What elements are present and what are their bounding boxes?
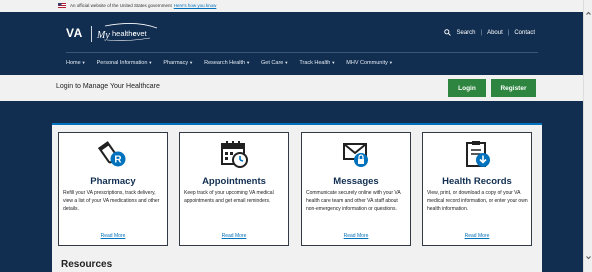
heres-how-you-know-link[interactable]: Here's how you know <box>174 3 217 8</box>
appointments-card: Appointments Keep track of your upcoming… <box>179 132 289 246</box>
us-flag-icon <box>58 3 66 8</box>
scroll-up-arrow-icon[interactable] <box>585 10 592 17</box>
chevron-down-icon: ▼ <box>81 60 86 65</box>
nav-item-home[interactable]: Home▼ <box>66 60 86 66</box>
scroll-down-arrow-icon[interactable] <box>585 254 592 261</box>
official-gov-banner: An official website of the United States… <box>0 0 583 12</box>
login-prompt: Login to Manage Your Healthcare <box>56 83 160 90</box>
mhv-logo-text: healthevet <box>112 29 148 38</box>
gov-banner-text: An official website of the United States… <box>70 3 217 8</box>
nav-item-get-care[interactable]: Get Care▼ <box>261 60 288 66</box>
pill-bottle-icon: R <box>98 141 126 167</box>
contact-link[interactable]: Contact <box>514 30 535 36</box>
card-description: Communicate securely online with your VA… <box>306 190 401 212</box>
nav-item-track-health[interactable]: Track Health▼ <box>299 60 335 66</box>
resources-heading: Resources <box>61 259 113 270</box>
health-records-card: Health Records View, print, or download … <box>422 132 532 246</box>
clipboard-download-icon <box>466 141 490 167</box>
nav-item-research-health[interactable]: Research Health▼ <box>204 60 250 66</box>
chevron-down-icon: ▼ <box>284 60 289 65</box>
va-logo[interactable]: VA <box>66 26 83 40</box>
read-more-link[interactable]: Read More <box>423 233 531 239</box>
login-button[interactable]: Login <box>448 79 486 97</box>
chevron-down-icon: ▼ <box>148 60 153 65</box>
site-header: VA My healthevet Search | About | Contac… <box>0 12 583 75</box>
card-title: Messages <box>333 176 379 187</box>
pharmacy-card: R Pharmacy Refill your VA prescriptions,… <box>58 132 168 246</box>
read-more-link[interactable]: Read More <box>180 233 288 239</box>
nav-item-pharmacy[interactable]: Pharmacy▼ <box>163 60 193 66</box>
nav-divider <box>66 52 538 53</box>
card-description: Refill your VA prescriptions, track deli… <box>63 190 160 212</box>
svg-text:My: My <box>96 30 110 41</box>
utility-separator: | <box>507 29 510 36</box>
chevron-down-icon: ▼ <box>189 60 194 65</box>
utility-separator: | <box>480 29 483 36</box>
svg-text:R: R <box>114 155 122 166</box>
search-link[interactable]: Search <box>456 30 475 36</box>
register-button[interactable]: Register <box>491 79 536 97</box>
chevron-down-icon: ▼ <box>388 60 393 65</box>
card-description: View, print, or download a copy of your … <box>427 190 528 212</box>
my-healthevet-logo[interactable]: My healthevet <box>95 22 161 44</box>
card-title: Appointments <box>202 176 266 187</box>
card-title: Pharmacy <box>90 176 136 187</box>
read-more-link[interactable]: Read More <box>302 233 410 239</box>
logo-divider <box>91 26 92 42</box>
calendar-clock-icon <box>221 141 248 168</box>
chevron-down-icon: ▼ <box>246 60 251 65</box>
main-nav: Home▼ Personal Information▼ Pharmacy▼ Re… <box>66 60 393 66</box>
page-viewport: An official website of the United States… <box>0 0 583 272</box>
nav-item-mhv-community[interactable]: MHV Community▼ <box>346 60 393 66</box>
scrollbar-thumb[interactable] <box>586 24 590 244</box>
envelope-lock-icon <box>343 143 368 167</box>
read-more-link[interactable]: Read More <box>59 233 167 239</box>
card-title: Health Records <box>442 176 512 187</box>
search-icon[interactable] <box>444 29 452 36</box>
page-scrollbar[interactable] <box>583 0 592 272</box>
chevron-down-icon: ▼ <box>331 60 336 65</box>
feature-panel: R Pharmacy Refill your VA prescriptions,… <box>52 123 542 272</box>
main-content-area: R Pharmacy Refill your VA prescriptions,… <box>0 101 583 272</box>
nav-item-personal-information[interactable]: Personal Information▼ <box>97 60 153 66</box>
card-description: Keep track of your upcoming VA medical a… <box>184 190 274 204</box>
utility-nav: Search | About | Contact <box>444 29 535 36</box>
about-link[interactable]: About <box>487 30 503 36</box>
login-bar: Login to Manage Your Healthcare Login Re… <box>0 75 583 101</box>
messages-card: Messages Communicate securely online wit… <box>301 132 411 246</box>
